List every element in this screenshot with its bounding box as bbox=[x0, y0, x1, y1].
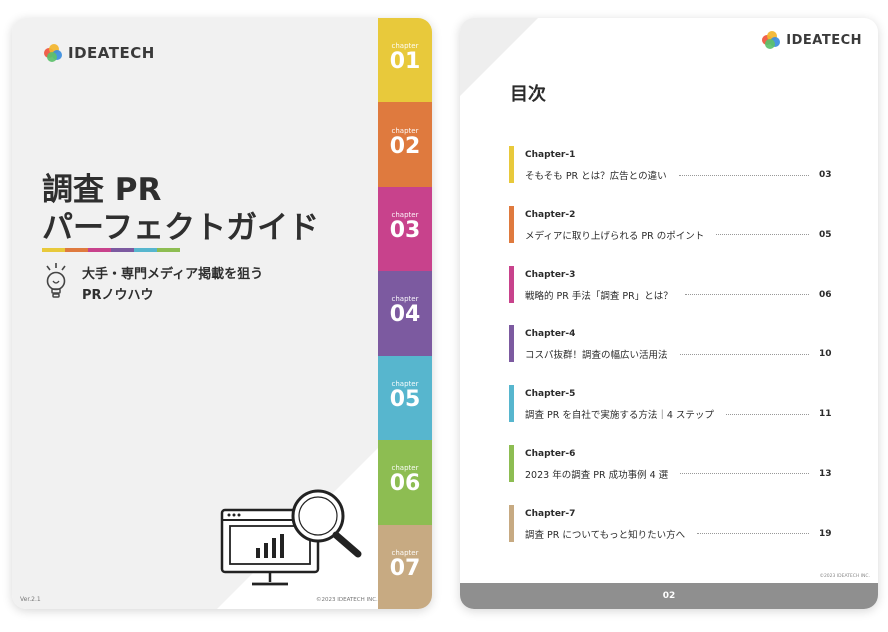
logo-text: IDEATECH bbox=[68, 44, 155, 62]
toc-color-bar bbox=[509, 146, 514, 183]
chapter-tab-number: 03 bbox=[389, 218, 421, 244]
toc-item-5[interactable]: Chapter-5 調査 PR を自社で実施する方法｜4 ステップ 11 bbox=[509, 383, 832, 443]
chapter-tab-label: chapter bbox=[391, 42, 419, 51]
cover-title-line1: 調査 PR bbox=[42, 172, 162, 208]
cover-page: IDEATECH 調査 PR パーフェクトガイド 大手・専門メディア掲載を狙う … bbox=[12, 18, 432, 609]
chapter-tab-label: chapter bbox=[391, 548, 419, 557]
toc-row: コスパ抜群！調査の幅広い活用法 10 bbox=[525, 347, 832, 362]
toc-row: 調査 PR を自社で実施する方法｜4 ステップ 11 bbox=[525, 407, 832, 422]
toc-page-number: 10 bbox=[819, 349, 832, 360]
cover-logo: IDEATECH bbox=[44, 44, 155, 62]
toc-page-number: 19 bbox=[819, 528, 832, 539]
toc-chapter-label: Chapter-5 bbox=[525, 389, 576, 400]
version-label: Ver.2.1 bbox=[20, 596, 41, 603]
chapter-tab-number: 07 bbox=[389, 555, 421, 581]
chapter-tab-number: 05 bbox=[389, 386, 421, 412]
toc-chapter-label: Chapter-6 bbox=[525, 448, 576, 459]
chapter-tab-04[interactable]: chapter 04 bbox=[378, 271, 432, 356]
toc-chapter-label: Chapter-2 bbox=[525, 209, 576, 220]
toc-title: 調査 PR を自社で実施する方法｜4 ステップ bbox=[525, 410, 714, 422]
toc-page-number: 05 bbox=[819, 229, 832, 240]
toc-dot-leader bbox=[680, 473, 809, 475]
color-stripe bbox=[42, 248, 180, 252]
cover-title: 調査 PR パーフェクトガイド bbox=[42, 171, 319, 247]
toc-color-bar bbox=[509, 205, 514, 243]
toc-title: 戦略的 PR 手法「調査 PR」とは？ bbox=[525, 290, 673, 302]
toc-title: コスパ抜群！調査の幅広い活用法 bbox=[525, 350, 668, 362]
toc-item-3[interactable]: Chapter-3 戦略的 PR 手法「調査 PR」とは？ 06 bbox=[509, 264, 832, 324]
toc-item-2[interactable]: Chapter-2 メディアに取り上げられる PR のポイント 05 bbox=[509, 204, 832, 264]
monitor-magnifier-icon bbox=[220, 489, 362, 586]
toc-dot-leader bbox=[679, 353, 809, 355]
chapter-tab-05[interactable]: chapter 05 bbox=[378, 355, 432, 441]
toc-row: メディアに取り上げられる PR のポイント 05 bbox=[525, 228, 832, 242]
toc-diagonal-decoration bbox=[460, 18, 538, 96]
chapter-tab-06[interactable]: chapter 06 bbox=[378, 440, 432, 525]
toc-item-1[interactable]: Chapter-1 そもそも PR とは？広告との違い 03 bbox=[509, 144, 832, 204]
chapter-tab-number: 04 bbox=[389, 302, 421, 328]
toc-page-number: 11 bbox=[819, 409, 832, 420]
toc-page-number: 06 bbox=[819, 289, 832, 300]
toc-page: IDEATECH 目次 Chapter-1 そもそも PR とは？広告との違い … bbox=[460, 18, 878, 609]
toc-chapter-label: Chapter-1 bbox=[525, 150, 576, 160]
toc-list: Chapter-1 そもそも PR とは？広告との違い 03 Chapter-2… bbox=[509, 144, 832, 563]
toc-chapter-label: Chapter-3 bbox=[525, 269, 576, 280]
toc-dot-leader bbox=[716, 234, 809, 236]
chapter-tab-label: chapter bbox=[391, 126, 419, 135]
toc-color-bar bbox=[509, 385, 514, 423]
toc-dot-leader bbox=[697, 533, 809, 535]
toc-row: 調査 PR についてもっと知りたい方へ 19 bbox=[525, 527, 832, 541]
cover-subtitle: 大手・専門メディア掲載を狙う PRノウハウ bbox=[82, 267, 264, 303]
chapter-tab-label: chapter bbox=[391, 464, 419, 473]
chapter-tab-number: 02 bbox=[389, 133, 421, 159]
toc-chapter-label: Chapter-4 bbox=[525, 329, 576, 340]
chapter-tab-01[interactable]: chapter 01 bbox=[378, 18, 432, 103]
toc-row: 戦略的 PR 手法「調査 PR」とは？ 06 bbox=[525, 288, 832, 302]
chapter-tab-02[interactable]: chapter 02 bbox=[378, 102, 432, 187]
toc-dot-leader bbox=[684, 294, 809, 296]
toc-color-bar bbox=[509, 444, 514, 482]
chapter-tab-number: 06 bbox=[389, 471, 421, 497]
toc-dot-leader bbox=[678, 174, 809, 176]
toc-color-bar bbox=[509, 265, 514, 303]
cover-title-line2: パーフェクトガイド bbox=[42, 210, 320, 246]
toc-row: そもそも PR とは？広告との違い 03 bbox=[525, 168, 832, 182]
toc-page-number: 03 bbox=[819, 170, 832, 180]
toc-title: メディアに取り上げられる PR のポイント bbox=[525, 230, 705, 242]
toc-heading: 目次 bbox=[510, 84, 546, 105]
toc-color-bar bbox=[509, 504, 514, 542]
toc-chapter-label: Chapter-7 bbox=[525, 508, 576, 519]
toc-footer-page-number: 02 bbox=[662, 591, 676, 601]
logo-mark-icon bbox=[762, 31, 781, 49]
chapter-tab-label: chapter bbox=[391, 379, 419, 388]
toc-row: 2023 年の調査 PR 成功事例 4 選 13 bbox=[525, 467, 832, 481]
toc-page-number: 13 bbox=[819, 468, 832, 479]
toc-title: そもそも PR とは？広告との違い bbox=[525, 171, 667, 182]
chapter-tab-number: 01 bbox=[389, 49, 421, 75]
toc-item-7[interactable]: Chapter-7 調査 PR についてもっと知りたい方へ 19 bbox=[509, 503, 832, 563]
toc-item-4[interactable]: Chapter-4 コスパ抜群！調査の幅広い活用法 10 bbox=[509, 323, 832, 383]
chapter-tab-label: chapter bbox=[391, 211, 419, 220]
chapter-tab-03[interactable]: chapter 03 bbox=[378, 186, 432, 272]
toc-item-6[interactable]: Chapter-6 2023 年の調査 PR 成功事例 4 選 13 bbox=[509, 443, 832, 503]
toc-copyright: ©2023 IDEATECH INC. bbox=[819, 574, 870, 579]
toc-logo: IDEATECH bbox=[762, 31, 862, 49]
logo-mark-icon bbox=[44, 44, 62, 62]
chapter-tab-label: chapter bbox=[391, 295, 419, 304]
toc-color-bar bbox=[509, 325, 514, 363]
lightbulb-icon bbox=[46, 263, 66, 298]
cover-copyright: ©2023 IDEATECH INC. bbox=[316, 597, 378, 603]
toc-footer-bar: 02 bbox=[460, 583, 878, 609]
toc-dot-leader bbox=[725, 413, 809, 415]
toc-title: 2023 年の調査 PR 成功事例 4 選 bbox=[525, 469, 669, 481]
chapter-tab-07[interactable]: chapter 07 bbox=[378, 524, 432, 609]
logo-text: IDEATECH bbox=[786, 32, 862, 48]
chapter-tabs: chapter 01 chapter 02 chapter 03 chapter… bbox=[378, 18, 432, 609]
toc-title: 調査 PR についてもっと知りたい方へ bbox=[525, 529, 686, 541]
